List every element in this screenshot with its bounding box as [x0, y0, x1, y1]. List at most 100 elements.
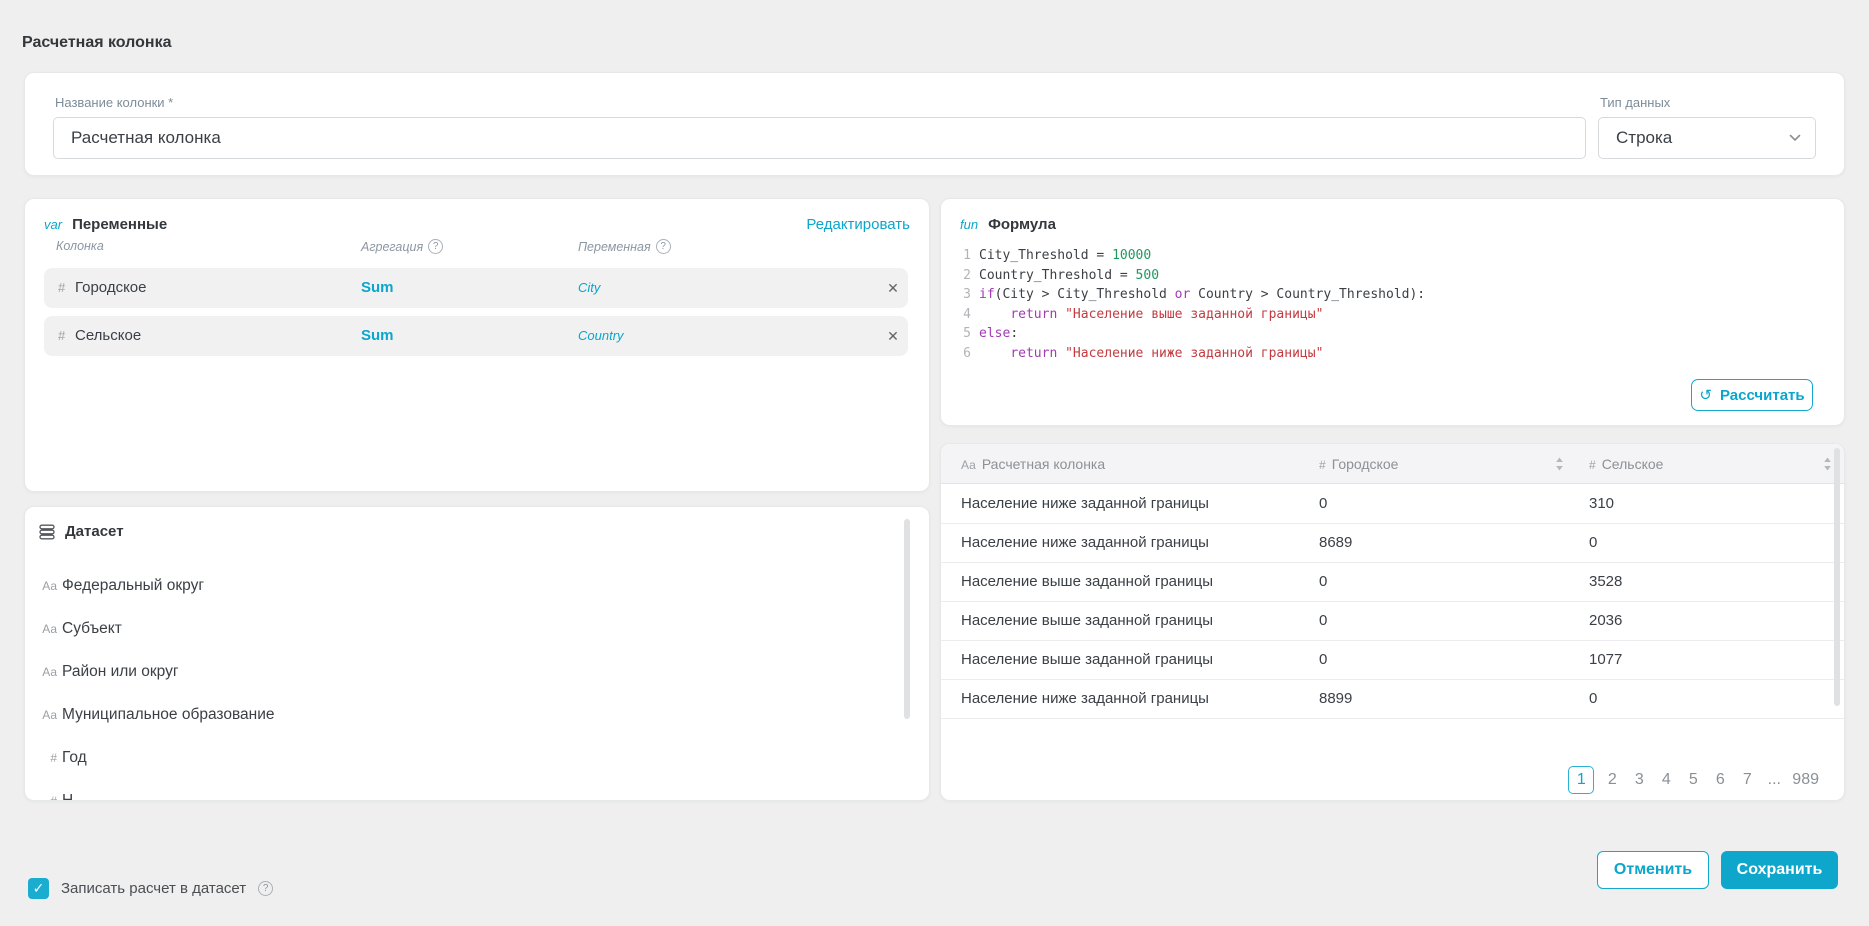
pagination: 1234567...989	[1568, 766, 1819, 794]
formula-editor[interactable]: 1City_Threshold = 100002Country_Threshol…	[959, 246, 1425, 363]
column-header-variable: Переменная	[578, 240, 651, 254]
dataset-scrollbar[interactable]	[904, 519, 910, 719]
result-column-header: АаРасчетная колонка	[961, 444, 1105, 485]
result-cell: Население ниже заданной границы	[961, 485, 1209, 523]
dataset-field-item[interactable]: Аа Субъект	[25, 607, 929, 650]
number-type-icon: #	[1589, 458, 1596, 472]
dataset-card: Датасет АаФедеральный округ Аа Субъект Аа Ра…	[24, 506, 930, 801]
result-cell: Население ниже заданной границы	[961, 680, 1209, 718]
column-name-label: Название колонки *	[55, 95, 173, 110]
pagination-page[interactable]: 7	[1738, 771, 1756, 789]
dataset-field-item[interactable]: АаМуниципальное образование	[25, 693, 929, 736]
code-line: 5 else:	[959, 324, 1425, 344]
result-table-row: Население выше заданной границы 0 1077	[941, 641, 1844, 680]
pagination-page[interactable]: 1	[1568, 766, 1594, 794]
formula-card: fun Формула 1City_Threshold = 100002Coun…	[940, 198, 1845, 426]
result-table-rows: Население ниже заданной границы0310Насел…	[941, 485, 1844, 719]
pagination-page[interactable]: 6	[1711, 771, 1729, 789]
result-cell: 3528	[1589, 563, 1622, 601]
variable-name: Country	[578, 316, 624, 356]
code-line: 2Country_Threshold = 500	[959, 266, 1425, 286]
column-name-input[interactable]	[53, 117, 1586, 159]
variables-card: var Переменные Редактировать Колонка Агр…	[24, 198, 930, 492]
line-number: 5	[959, 324, 971, 344]
fun-tag: fun	[960, 217, 978, 232]
refresh-icon: ↺	[1699, 386, 1712, 404]
code-token: else	[979, 324, 1010, 344]
code-token: return	[1010, 305, 1057, 325]
number-type-icon: #	[58, 268, 65, 308]
dataset-field-label: Федеральный округ	[62, 577, 204, 595]
pagination-page[interactable]: 2	[1603, 771, 1621, 789]
sort-icon[interactable]	[1823, 457, 1832, 471]
result-cell: 0	[1589, 524, 1597, 562]
help-icon[interactable]: ?	[428, 239, 443, 254]
pagination-page[interactable]: 989	[1792, 771, 1819, 789]
pagination-page[interactable]: 5	[1684, 771, 1702, 789]
line-number: 2	[959, 266, 971, 286]
table-scrollbar[interactable]	[1834, 448, 1840, 706]
result-table-row: Население выше заданной границы02036	[941, 602, 1844, 641]
result-cell: 8689	[1319, 524, 1352, 562]
pagination-page[interactable]: 4	[1657, 771, 1675, 789]
dataset-field-label: Район или округ	[62, 663, 179, 681]
code-token: (City > City_Threshold	[995, 285, 1175, 305]
number-type-icon: #	[58, 316, 65, 356]
help-icon[interactable]: ?	[656, 239, 671, 254]
write-to-dataset-label: Записать расчет в датасет	[61, 880, 246, 897]
result-cell: 0	[1319, 641, 1327, 679]
remove-variable-icon[interactable]: ✕	[878, 268, 908, 308]
dataset-field-item[interactable]: #Н	[25, 779, 929, 801]
result-cell: 8899	[1319, 680, 1352, 718]
code-token: :	[1010, 324, 1018, 344]
dataset-field-label: Субъект	[62, 620, 122, 638]
edit-variables-link[interactable]: Редактировать	[806, 216, 910, 233]
variable-name: City	[578, 268, 600, 308]
column-header-aggregation: Агрегация	[361, 240, 423, 254]
pagination-page[interactable]: 3	[1630, 771, 1648, 789]
code-token: Country_Threshold =	[979, 266, 1136, 286]
line-number: 1	[959, 246, 971, 266]
chevron-down-icon	[1789, 134, 1801, 142]
result-cell: 1077	[1589, 641, 1622, 679]
cancel-button[interactable]: Отменить	[1597, 851, 1709, 889]
variable-row: #Городское Sum City ✕	[44, 268, 908, 308]
result-table-card: АаРасчетная колонка#Городское#Сельское Н…	[940, 443, 1845, 801]
variable-column-name: Городское	[75, 268, 146, 308]
dataset-title: Датасет	[65, 523, 124, 540]
calculate-button[interactable]: ↺ Рассчитать	[1691, 379, 1813, 411]
dataset-field-label: Муниципальное образование	[62, 706, 274, 724]
result-cell: Население выше заданной границы	[961, 602, 1213, 640]
result-cell: Население выше заданной границы	[961, 641, 1213, 679]
data-type-label: Тип данных	[1600, 95, 1670, 110]
code-token: "Население выше заданной границы"	[1065, 305, 1323, 325]
result-cell: 2036	[1589, 602, 1622, 640]
help-icon[interactable]: ?	[258, 881, 273, 896]
result-cell: Население выше заданной границы	[961, 563, 1213, 601]
save-button[interactable]: Сохранить	[1721, 851, 1838, 889]
line-number: 6	[959, 344, 971, 364]
string-type-icon: Аа	[25, 622, 57, 636]
result-column-label: Расчетная колонка	[982, 456, 1105, 472]
sort-icon[interactable]	[1555, 457, 1564, 471]
code-token	[979, 305, 1010, 325]
dataset-field-item[interactable]: АаФедеральный округ	[25, 564, 929, 607]
write-to-dataset-checkbox[interactable]: ✓	[28, 878, 49, 899]
code-line: 4 return "Население выше заданной границ…	[959, 305, 1425, 325]
data-type-value: Строка	[1616, 128, 1789, 148]
code-token	[979, 344, 1010, 364]
variables-rows: #ГородскоеSumCity✕#СельскоеSumCountry✕	[44, 268, 908, 364]
string-type-icon: Аа	[25, 665, 57, 679]
dataset-field-item[interactable]: #Год	[25, 736, 929, 779]
variable-aggregation[interactable]: Sum	[361, 316, 394, 356]
result-column-header: # Сельское	[1589, 444, 1663, 485]
code-token	[1057, 305, 1065, 325]
dataset-field-item[interactable]: Аа Район или округ	[25, 650, 929, 693]
variable-aggregation[interactable]: Sum	[361, 268, 394, 308]
code-token: return	[1010, 344, 1057, 364]
result-column-label: Сельское	[1602, 456, 1664, 472]
data-type-select[interactable]: Строка	[1598, 117, 1816, 159]
remove-variable-icon[interactable]: ✕	[878, 316, 908, 356]
number-type-icon: #	[25, 794, 57, 802]
page-title: Расчетная колонка	[22, 34, 171, 52]
